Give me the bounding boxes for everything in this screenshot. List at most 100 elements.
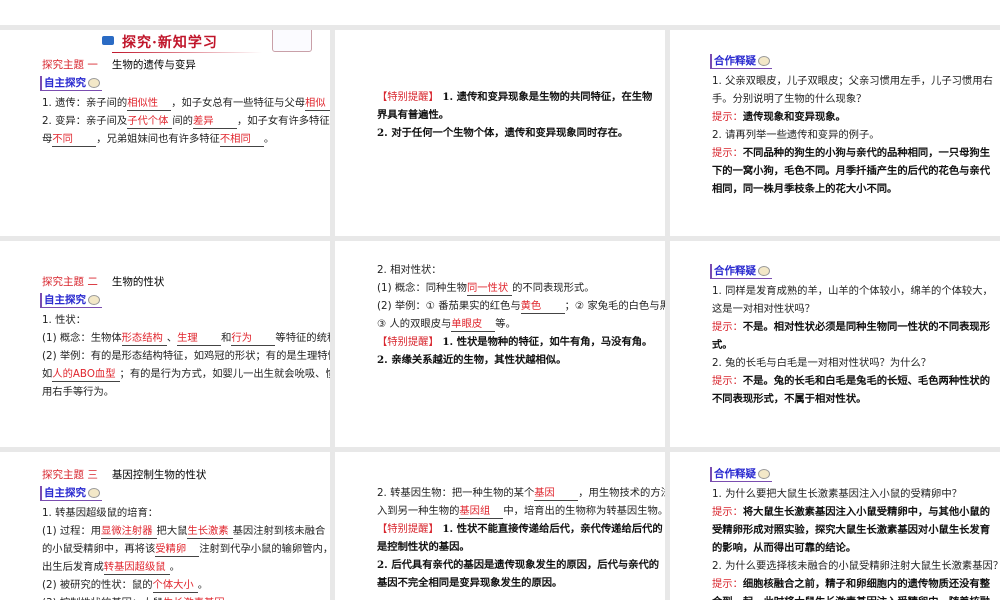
text-segment: 不同表现形式，不属于相对性状。 [712,393,867,405]
hint-label: 提示： [712,506,743,518]
banner-note: 思维导引 [272,30,312,52]
text-line: 2. 转基因生物：把一种生物的某个基因，用生物技术的方法转 [377,484,665,502]
fill-blank-answer: 不相同 [219,133,264,147]
slide-8[interactable]: 2. 转基因生物：把一种生物的某个基因，用生物技术的方法转入到另一种生物的基因组… [335,452,665,600]
text-line: 基因不完全相同是变异现象发生的原因。 [377,574,659,592]
text-line: 母不同 ，兄弟姐妹间也有许多特征不相同。 [42,130,324,148]
text-segment: 相同，同一株月季枝条上的花大小不同。 [712,183,898,195]
fill-blank-answer: 单眼皮 [451,318,496,332]
section-tag-label: 自主探究 [44,77,86,89]
text-segment: 间的 [172,115,193,127]
slide-9[interactable]: 合作释疑 1. 为什么要把大鼠生长激素基因注入小鼠的受精卵中？ 提示：将大鼠生长激素… [670,452,1000,600]
topic-heading: 探究主题 一 生物的遗传与变异 [42,56,324,74]
hint-label: 提示： [712,321,743,333]
text-line: 提示：不是。兔的长毛和白毛是兔毛的长短、毛色两种性状的 [712,372,994,390]
disc-icon [758,266,770,276]
text-line: 相同，同一株月季枝条上的花大小不同。 [712,180,994,198]
section-tag-label: 合作释疑 [714,55,756,67]
text-segment: ，如子女总有一些特征与父母 [171,97,306,109]
disc-icon [88,78,100,88]
text-line: 下的一窝小狗，毛色不同。月季扦插产生的后代的花色与亲代 [712,162,994,180]
text-segment: (2) 举例：有的是形态结构特征，如鸡冠的形状；有的是生理特性 [42,350,330,362]
text-line: (2) 被研究的性状：鼠的个体大小。 [42,576,324,594]
fill-blank-answer: 行为 [231,332,276,346]
section-banner: 探究·新知学习 思维导引 [82,30,324,56]
section-tag-row: 自主探究 [40,291,324,311]
text-line: 提示：不同品种的狗生的小狗与亲代的品种相同，一只母狗生 [712,144,994,162]
text-line: 1. 遗传：亲子间的相似性，如子女总有一些特征与父母相似。 [42,94,330,112]
text-line: 界具有普遍性。 [377,106,659,124]
text-line: 2. 兔的长毛与白毛是一对相对性状吗？为什么？ [712,354,994,372]
slide-4[interactable]: 探究主题 二 生物的性状 自主探究 1. 性状： (1) 概念：生物体形态结构 、生理 和行… [0,241,330,447]
text-segment: 1. 性状： [42,314,86,326]
topic-title: 基因控制生物的性状 [111,469,207,481]
text-segment: 、 [166,332,178,344]
section-tag: 合作释疑 [710,467,772,482]
text-segment: 基因不完全相同是变异现象发生的原因。 [377,577,563,589]
hint-label: 【特别提醒】 [377,336,439,348]
text-segment: 的影响，从而得出可靠的结论。 [712,542,857,554]
text-line: 1. 转基因超级鼠的培育： [42,504,324,522]
text-segment: (2) 举例：① 番茄果实的红色与 [377,300,521,312]
slide-6[interactable]: 合作释疑 1. 同样是发育成熟的羊，山羊的个体较小，绵羊的个体较大， 这是一对相对性… [670,241,1000,447]
text-segment: 界具有普遍性。 [377,109,450,121]
section-tag: 合作释疑 [710,54,772,69]
text-line: 提示：遗传现象和变异现象。 [712,108,994,126]
text-segment: 下的一窝小狗，毛色不同。月季扦插产生的后代的花色与亲代 [712,165,991,177]
fill-blank-answer: 子代个体 [127,115,173,129]
text-segment: 2. 为什么要选择核未融合的小鼠受精卵注射大鼠生长激素基因？ [712,560,1000,572]
section-tag-row: 合作释疑 [710,465,994,485]
section-tag: 自主探究 [40,293,102,308]
text-segment: 。 [197,579,209,591]
fill-blank-answer: 生长激素 [187,525,233,539]
text-line: 2. 亲缘关系越近的生物，其性状越相似。 [377,351,659,369]
text-segment: 2. 相对性状： [377,264,442,276]
fill-blank-answer: 人的ABO血型 [52,368,120,382]
text-line: 是控制性状的基因。 [377,538,659,556]
text-segment: 把大鼠 [156,525,188,537]
hint-label: 【特别提醒】 [377,523,439,535]
text-segment: ；有的是行为方式，如婴儿一出生就会吮吸、惯 [119,368,330,380]
text-segment: 注射到代孕小鼠的输卵管内， [199,543,330,555]
fill-blank-answer: 黄色 [520,300,565,314]
slide-1[interactable]: 探究·新知学习 思维导引探究主题 一生物的遗传与变异自主探究 1. 遗传：亲子间的相… [0,30,330,236]
text-segment: 2. 变异：亲子间及 [42,115,128,127]
text-segment: 细胞核融合之前，精子和卵细胞内的遗传物质还没有整 [742,578,991,590]
slide-5[interactable]: 2. 相对性状： (1) 概念：同种生物同一性状 的不同表现形式。 (2) 举例：① … [335,241,665,447]
text-line: 【特别提醒】 1. 性状不能直接传递给后代，亲代传递给后代的 [377,520,663,538]
slide-7[interactable]: 探究主题 三 基因控制生物的性状 自主探究 1. 转基因超级鼠的培育： (1) 过程：用… [0,452,330,600]
slide-2[interactable]: 【特别提醒】 1. 遗传和变异现象是生物的共同特征，在生物界具有普遍性。 2. 对… [335,30,665,236]
text-line: 的影响，从而得出可靠的结论。 [712,539,994,557]
text-segment: 式。 [712,339,733,351]
section-tag-row: 合作释疑 [710,262,994,282]
text-segment: 是控制性状的基因。 [377,541,470,553]
text-line: 用右手等行为。 [42,383,324,401]
hint-label: 提示： [712,147,743,159]
text-segment: 等。 [495,318,516,330]
text-line: 2. 为什么要选择核未融合的小鼠受精卵注射大鼠生长激素基因？ [712,557,1000,575]
text-segment: 手。分别说明了生物的什么现象？ [712,93,867,105]
text-line: 【特别提醒】 1. 遗传和变异现象是生物的共同特征，在生物 [377,88,659,106]
text-segment: 入到另一种生物的 [377,505,460,517]
text-line: 出生后发育成转基因超级鼠。 [42,558,324,576]
fill-blank-answer: 显微注射器 [101,525,157,539]
text-line: 1. 为什么要把大鼠生长激素基因注入小鼠的受精卵中？ [712,485,994,503]
topic-label: 探究主题 二 [42,276,98,288]
text-line: 提示：将大鼠生长激素基因注入小鼠受精卵中，与其他小鼠的 [712,503,994,521]
hint-label: 【特别提醒】 [377,91,439,103]
text-line: 如人的ABO血型 ；有的是行为方式，如婴儿一出生就会吮吸、惯 [42,365,330,383]
banner-title: 探究·新知学习 [122,35,218,51]
fill-blank-answer: 相似 [305,97,330,111]
disc-icon [758,469,770,479]
section-tag: 合作释疑 [710,264,772,279]
slide-3[interactable]: 合作释疑 1. 父亲双眼皮，儿子双眼皮；父亲习惯用左手，儿子习惯用右 手。分别说明了… [670,30,1000,236]
fill-blank-answer: 个体大小 [152,579,198,593]
text-line: (2) 举例：有的是形态结构特征，如鸡冠的形状；有的是生理特性 [42,347,330,365]
text-line: (1) 过程：用显微注射器 把大鼠生长激素 基因注射到核未融合 [42,522,325,540]
text-segment: 2. 后代具有亲代的基因是遗传现象发生的原因，后代与亲代的 [377,559,660,571]
text-segment: 的不同表现形式。 [512,282,595,294]
fill-blank-answer: 相似性 [127,97,172,111]
text-line: 2. 相对性状： [377,261,659,279]
text-segment: 2. 对于任何一个生物个体，遗传和变异现象同时存在。 [377,127,629,139]
topic-title: 生物的性状 [111,276,165,288]
